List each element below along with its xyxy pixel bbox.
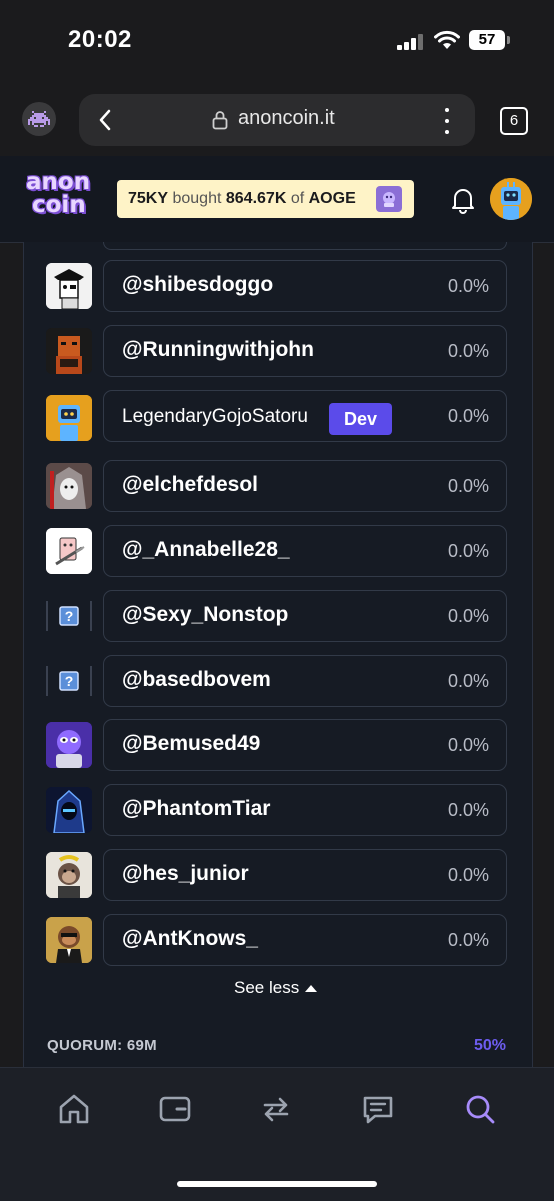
holder-name: @_Annabelle28_ bbox=[122, 538, 290, 561]
user-avatar[interactable] bbox=[490, 178, 532, 220]
holder-row[interactable]: @hes_junior 0.0% bbox=[103, 849, 507, 901]
holder-row[interactable]: @Bemused49 0.0% bbox=[103, 719, 507, 771]
question-placeholder-icon: ? bbox=[46, 658, 92, 704]
cellular-signal-icon bbox=[397, 34, 425, 50]
holder-percentage: 0.0% bbox=[447, 865, 489, 885]
holder-percentage: 0.0% bbox=[447, 406, 489, 426]
holder-row[interactable]: @elchefdesol 0.0% bbox=[103, 460, 507, 512]
question-placeholder-icon: ? bbox=[46, 593, 92, 639]
holder-percentage: 0.0% bbox=[447, 606, 489, 626]
holder-avatar bbox=[46, 328, 92, 374]
holder-name: @AntKnows_ bbox=[122, 927, 258, 950]
battery-icon: 57 bbox=[469, 30, 505, 50]
quorum-label: QUORUM: 69M bbox=[47, 1037, 157, 1054]
holder-avatar bbox=[46, 722, 92, 768]
holder-percentage: 0.0% bbox=[447, 341, 489, 361]
holder-avatar bbox=[46, 528, 92, 574]
ticker-buyer: 75KY bbox=[128, 190, 169, 207]
holder-name: @shibesdoggo bbox=[122, 273, 274, 296]
space-invader-icon[interactable] bbox=[22, 102, 56, 136]
holder-name: @Runningwithjohn bbox=[122, 338, 314, 361]
holder-row[interactable]: @basedbovem 0.0% bbox=[103, 655, 507, 707]
holder-avatar bbox=[46, 852, 92, 898]
svg-text:?: ? bbox=[65, 608, 74, 624]
svg-text:?: ? bbox=[65, 673, 74, 689]
holder-name: @basedbovem bbox=[122, 668, 271, 691]
chat-icon[interactable] bbox=[361, 1092, 395, 1126]
holder-percentage: 0.0% bbox=[447, 735, 489, 755]
anoncoin-logo[interactable]: anon coin bbox=[26, 171, 102, 221]
ticker-token: AOGE bbox=[308, 190, 356, 207]
ticker-amount: 864.67K bbox=[225, 190, 287, 207]
holder-name: @Bemused49 bbox=[122, 732, 261, 755]
holder-avatar bbox=[46, 787, 92, 833]
holder-name: LegendaryGojoSatoru bbox=[122, 406, 308, 427]
swap-icon[interactable] bbox=[259, 1092, 293, 1126]
battery-tip bbox=[507, 36, 510, 44]
search-icon[interactable] bbox=[463, 1092, 497, 1126]
see-less-button[interactable]: See less bbox=[234, 978, 299, 998]
caret-up-icon[interactable] bbox=[305, 985, 317, 992]
url-text[interactable]: anoncoin.it bbox=[238, 107, 335, 130]
holder-percentage: 0.0% bbox=[447, 276, 489, 296]
holder-row[interactable]: @shibesdoggo 0.0% bbox=[103, 260, 507, 312]
trade-ticker[interactable]: 75KY bought 864.67K of AOGE bbox=[117, 180, 414, 218]
tab-count-button[interactable]: 6 bbox=[500, 107, 528, 135]
wallet-icon[interactable] bbox=[158, 1092, 192, 1126]
quorum-percentage: 50% bbox=[474, 1037, 507, 1054]
holder-avatar bbox=[46, 463, 92, 509]
holder-row[interactable]: @_Annabelle28_ 0.0% bbox=[103, 525, 507, 577]
logo-line-2: coin bbox=[32, 192, 86, 218]
holder-name: @elchefdesol bbox=[122, 473, 259, 496]
home-indicator bbox=[177, 1181, 377, 1187]
wifi-icon bbox=[434, 30, 460, 49]
holder-percentage: 0.0% bbox=[447, 800, 489, 820]
holder-percentage: 0.0% bbox=[447, 476, 489, 496]
home-icon[interactable] bbox=[57, 1092, 91, 1126]
holder-row[interactable]: @PhantomTiar 0.0% bbox=[103, 784, 507, 836]
notification-bell-icon[interactable] bbox=[450, 186, 476, 214]
previous-row-edge bbox=[103, 242, 507, 250]
status-time: 20:02 bbox=[68, 26, 132, 53]
holder-name: @PhantomTiar bbox=[122, 797, 271, 820]
holder-avatar bbox=[46, 395, 92, 441]
holder-percentage: 0.0% bbox=[447, 541, 489, 561]
token-image-icon bbox=[376, 186, 402, 212]
logo-line-1: anon bbox=[26, 169, 91, 195]
holder-row[interactable]: @AntKnows_ 0.0% bbox=[103, 914, 507, 966]
holder-name: @Sexy_Nonstop bbox=[122, 603, 289, 626]
holder-avatar bbox=[46, 263, 92, 309]
holder-name: @hes_junior bbox=[122, 862, 249, 885]
holder-row[interactable]: @Runningwithjohn 0.0% bbox=[103, 325, 507, 377]
holder-row[interactable]: LegendaryGojoSatoru Dev 0.0% bbox=[103, 390, 507, 442]
lock-icon bbox=[212, 111, 228, 130]
more-options-icon[interactable] bbox=[443, 108, 451, 134]
holder-percentage: 0.0% bbox=[447, 930, 489, 950]
holder-percentage: 0.0% bbox=[447, 671, 489, 691]
back-chevron-icon[interactable] bbox=[98, 108, 112, 132]
ticker-verb: bought bbox=[172, 190, 222, 207]
holder-avatar bbox=[46, 917, 92, 963]
dev-badge: Dev bbox=[329, 403, 392, 435]
status-bar: 20:02 57 bbox=[0, 0, 554, 80]
ticker-preposition: of bbox=[290, 190, 305, 207]
holder-row[interactable]: @Sexy_Nonstop 0.0% bbox=[103, 590, 507, 642]
